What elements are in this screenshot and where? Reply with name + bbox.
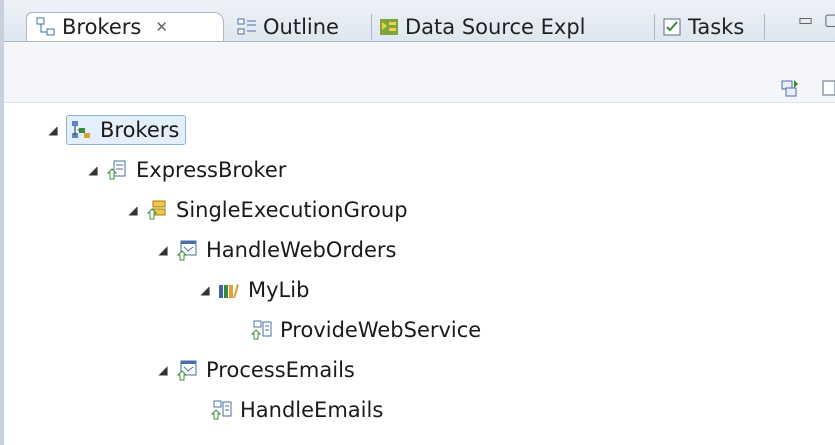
tree-node-label: MyLib <box>248 278 310 302</box>
view-tab-bar: Brokers ✕ Outline Data Source Expl Tasks… <box>4 0 835 42</box>
expand-toggle-icon[interactable]: ◢ <box>86 163 100 177</box>
view-toolbar <box>4 42 835 103</box>
library-icon <box>218 279 240 301</box>
tree-node-label: HandleEmails <box>240 398 384 422</box>
tab-tasks-label: Tasks <box>688 14 745 39</box>
tab-outline[interactable]: Outline <box>236 12 368 41</box>
tab-data-source-label: Data Source Expl <box>405 14 586 39</box>
expand-toggle-icon[interactable]: ◢ <box>198 283 212 297</box>
brokers-icon <box>70 119 92 141</box>
expand-toggle-icon[interactable]: ◢ <box>126 203 140 217</box>
broker-icon <box>106 159 128 181</box>
close-icon[interactable]: ✕ <box>155 18 168 36</box>
expand-toggle-icon[interactable]: ◢ <box>156 363 170 377</box>
data-source-icon <box>378 16 400 38</box>
tree-node-label: ProvideWebService <box>280 318 482 342</box>
minimize-icon[interactable]: ▭ <box>798 10 813 29</box>
tree-node-handleemails[interactable]: HandleEmails <box>210 392 383 428</box>
connect-broker-icon[interactable] <box>780 78 800 102</box>
selection-highlight: Brokers <box>66 115 187 145</box>
expand-toggle-icon[interactable]: ◢ <box>156 243 170 257</box>
tasks-icon <box>661 16 683 38</box>
brokers-icon <box>35 16 57 38</box>
maximize-icon[interactable]: ▢ <box>824 10 835 29</box>
tree-node-label: SingleExecutionGroup <box>176 198 408 222</box>
tab-outline-label: Outline <box>263 14 339 39</box>
tree-node-label: Brokers <box>100 118 180 142</box>
execution-group-icon <box>146 199 168 221</box>
tab-separator <box>654 14 655 40</box>
tree-node-label: ExpressBroker <box>136 158 287 182</box>
broker-tree: ◢ Brokers ◢ ExpressBroker ◢ SingleExecut… <box>4 103 835 445</box>
message-flow-icon <box>250 319 272 341</box>
tab-separator <box>764 14 765 40</box>
tree-node-singleexecutiongroup[interactable]: ◢ SingleExecutionGroup <box>126 192 408 228</box>
tab-data-source-explorer[interactable]: Data Source Expl <box>378 12 648 41</box>
application-icon <box>176 239 198 261</box>
tab-brokers-label: Brokers <box>62 15 142 39</box>
expand-toggle-icon[interactable]: ◢ <box>46 123 60 137</box>
outline-icon <box>236 16 258 38</box>
tree-node-expressbroker[interactable]: ◢ ExpressBroker <box>86 152 286 188</box>
message-flow-icon <box>210 399 232 421</box>
tree-node-mylib[interactable]: ◢ MyLib <box>198 272 309 308</box>
tree-node-label: HandleWebOrders <box>206 238 397 262</box>
tree-node-handleweborders[interactable]: ◢ HandleWebOrders <box>156 232 396 268</box>
tree-node-brokers[interactable]: ◢ Brokers <box>46 112 187 148</box>
tree-node-label: ProcessEmails <box>206 358 355 382</box>
tree-node-processemails[interactable]: ◢ ProcessEmails <box>156 352 355 388</box>
tab-tasks[interactable]: Tasks <box>661 12 761 41</box>
tab-separator <box>371 14 372 40</box>
application-icon <box>176 359 198 381</box>
view-menu-icon[interactable] <box>822 78 835 102</box>
tree-node-providewebservice[interactable]: ProvideWebService <box>250 312 481 348</box>
tab-brokers[interactable]: Brokers ✕ <box>26 12 224 41</box>
